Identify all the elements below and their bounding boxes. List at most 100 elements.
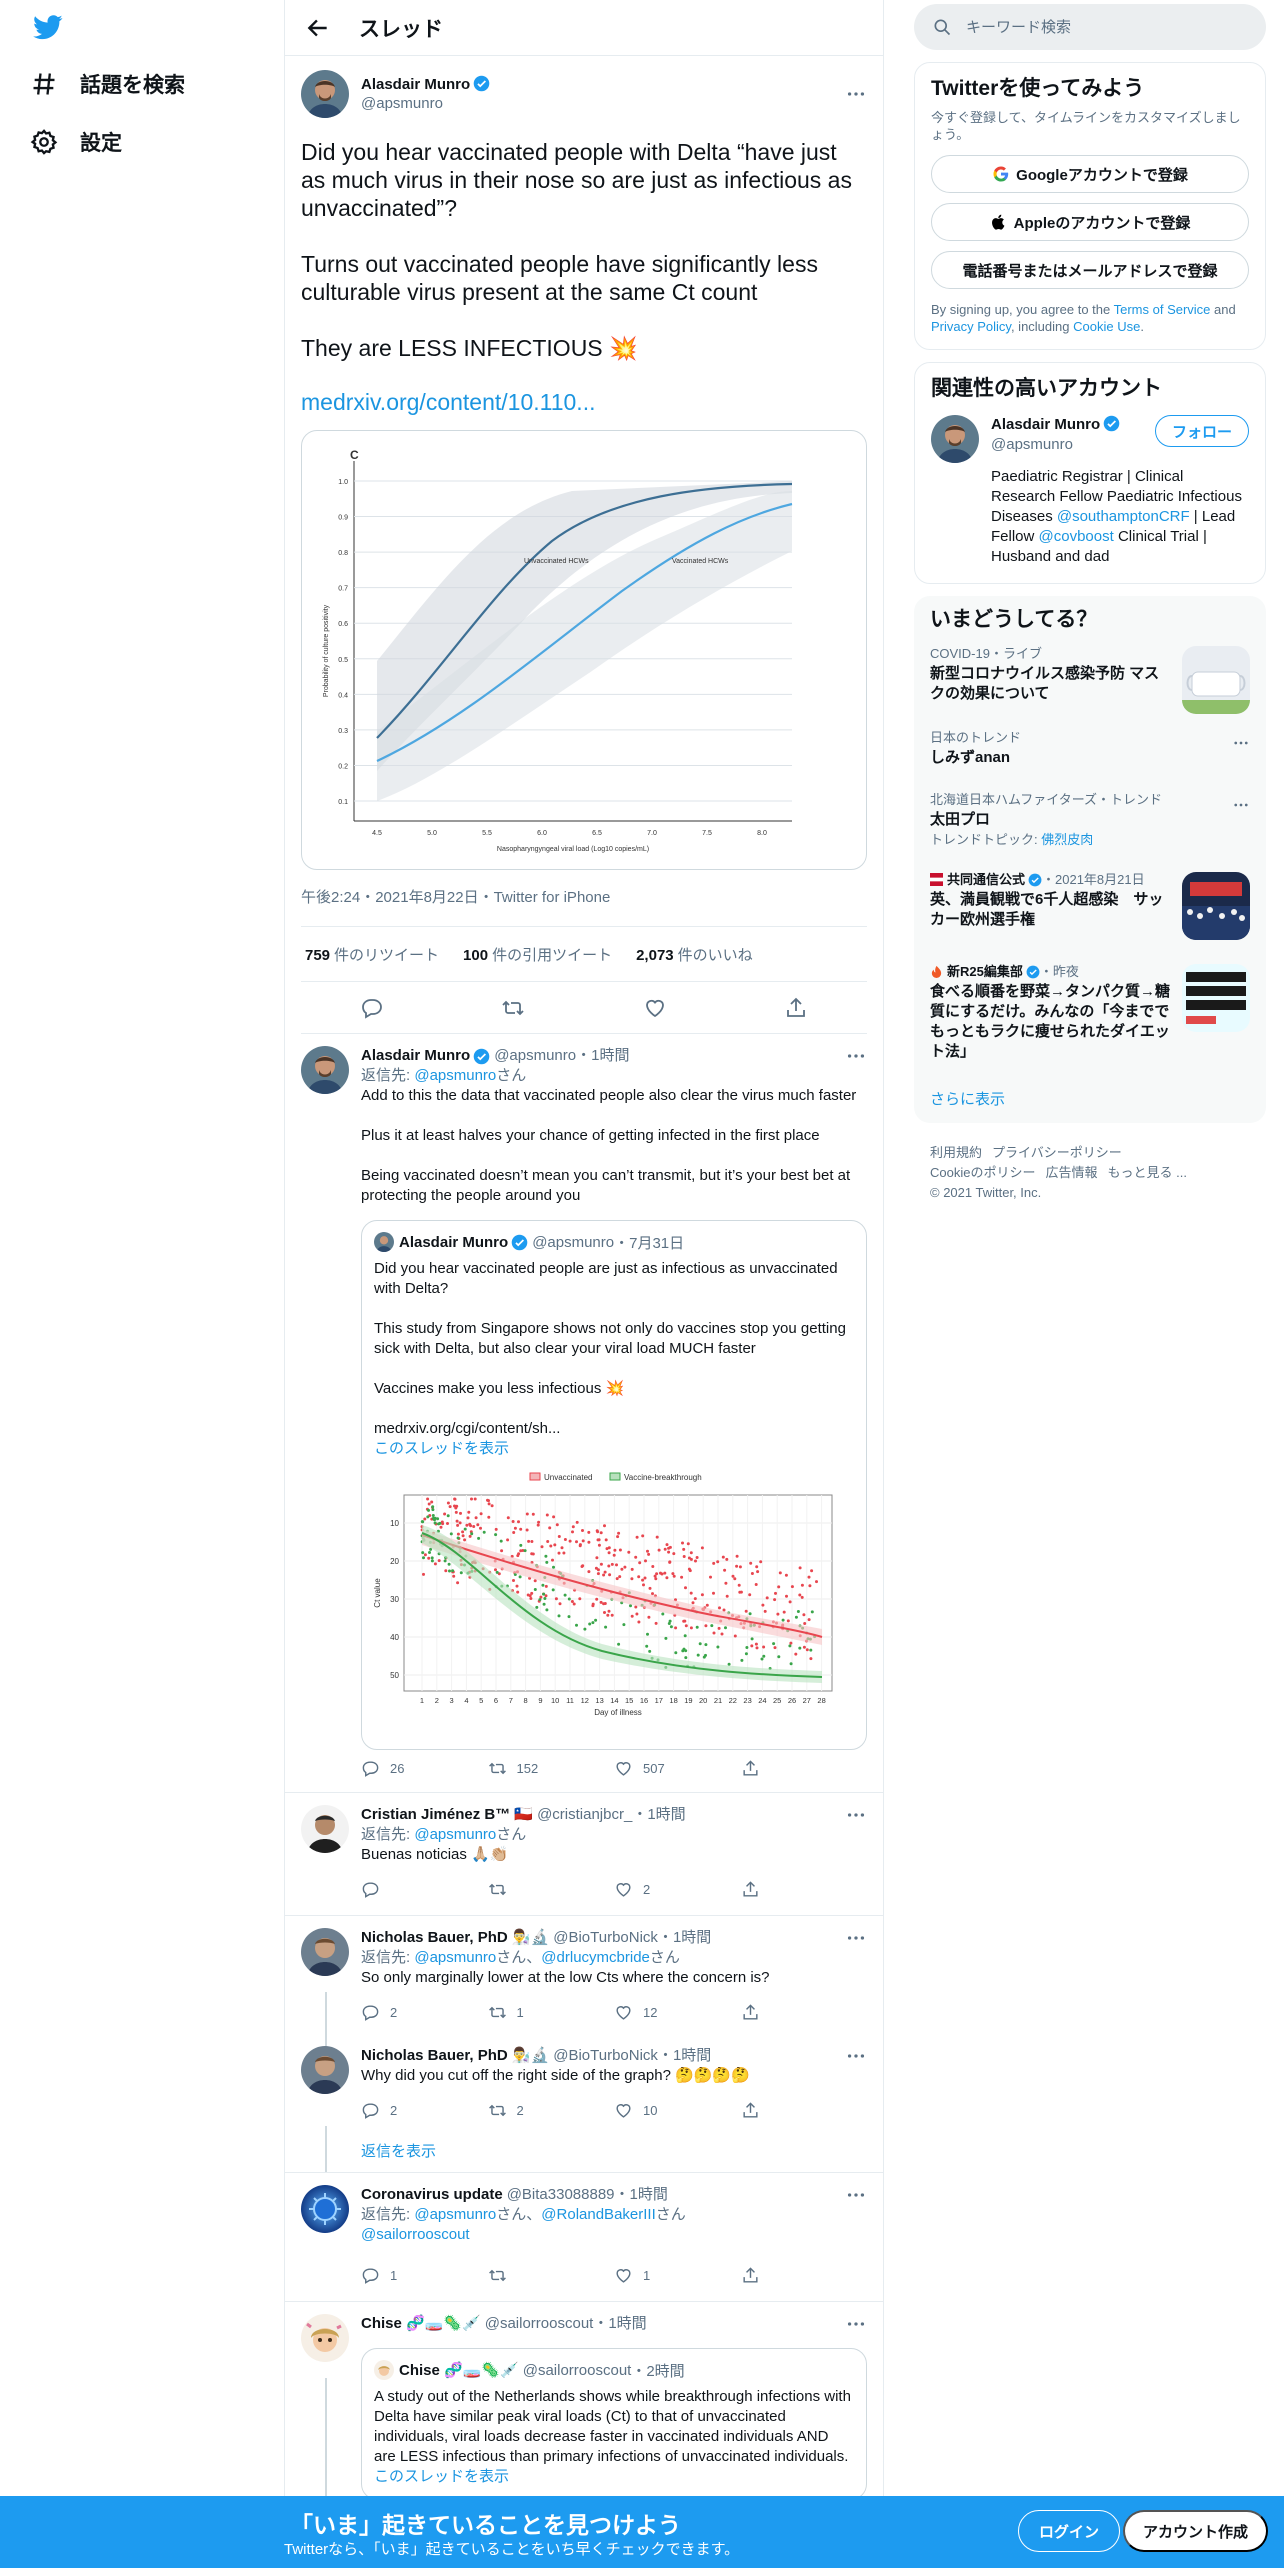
author-name[interactable]: Nicholas Bauer, PhD 👨‍🔬🔬 [361, 1928, 549, 1948]
author-name[interactable]: Alasdair Munro [361, 76, 470, 93]
like-button[interactable]: 10 [614, 2101, 741, 2120]
trend-item[interactable]: COVID-19・ライブ 新型コロナウイルス感染予防 マスクの効果について [914, 634, 1266, 718]
mention-link[interactable]: @covboost [1039, 528, 1114, 545]
avatar[interactable] [301, 70, 349, 118]
login-button[interactable]: ログイン [1018, 2510, 1121, 2552]
mention-link[interactable]: @drlucymcbride [541, 1949, 650, 1966]
more-options-icon[interactable] [845, 2313, 867, 2335]
mention-link[interactable]: @apsmunro [414, 1067, 496, 1084]
like-button[interactable]: 12 [614, 2003, 741, 2022]
author-handle[interactable]: @Bita33088889 [507, 2185, 615, 2205]
avatar[interactable] [931, 415, 979, 463]
search-box[interactable] [914, 4, 1266, 50]
apple-signup-button[interactable]: Appleのアカウントで登録 [931, 203, 1249, 241]
share-button[interactable] [741, 2003, 868, 2022]
mention-link[interactable]: @apsmunro [414, 1826, 496, 1843]
mention-link[interactable]: @RolandBakerIII [541, 2206, 655, 2223]
show-thread-link[interactable]: このスレッドを表示 [374, 1439, 854, 1459]
author-name[interactable]: Coronavirus update [361, 2185, 503, 2205]
tweet-link[interactable]: medrxiv.org/content/10.110... [301, 388, 867, 416]
trends-show-more-link[interactable]: さらに表示 [914, 1074, 1266, 1123]
tweet-time[interactable]: ・1時間 [658, 2046, 711, 2066]
trend-item[interactable]: 日本のトレンド しみずanan [914, 718, 1266, 780]
mention-link[interactable]: @apsmunro [414, 1949, 496, 1966]
author-name[interactable]: Alasdair Munro [361, 1046, 470, 1066]
nav-settings[interactable]: 設定 [30, 122, 122, 162]
tweet-time[interactable]: ・1時間 [632, 1805, 685, 1825]
nav-explore[interactable]: 話題を検索 [30, 64, 185, 104]
author-handle[interactable]: @BioTurboNick [553, 2046, 658, 2066]
reply-tweet[interactable]: Coronavirus update @Bita33088889 ・1時間 返信… [285, 2173, 883, 2293]
footer-link[interactable]: 利用規約 [930, 1145, 982, 1160]
quote-tweets-stat[interactable]: 100 件の引用ツイート [463, 944, 612, 965]
privacy-link[interactable]: Privacy Policy [931, 319, 1011, 334]
footer-link[interactable]: もっと見る ... [1107, 1165, 1186, 1180]
more-options-icon[interactable] [845, 2045, 867, 2067]
footer-link[interactable]: 広告情報 [1045, 1165, 1097, 1180]
retweet-icon[interactable] [501, 996, 525, 1020]
retweets-stat[interactable]: 759 件のリツイート [305, 944, 439, 965]
more-options-icon[interactable] [845, 83, 867, 105]
author-name[interactable]: Chise 🧬🧫🦠💉 [361, 2314, 481, 2334]
like-button[interactable]: 507 [614, 1759, 741, 1778]
share-button[interactable] [741, 2266, 868, 2285]
mention-link[interactable]: @sailorrooscout [361, 2226, 470, 2243]
author-handle[interactable]: @apsmunro [361, 94, 845, 113]
like-heart-icon[interactable] [643, 996, 667, 1020]
retweet-button[interactable]: 1 [488, 2003, 615, 2022]
follow-button[interactable]: フォロー [1154, 415, 1249, 447]
reply-icon[interactable] [360, 996, 384, 1020]
show-replies-link[interactable]: 返信を表示 [361, 2140, 867, 2164]
tweet-time[interactable]: ・1時間 [658, 1928, 711, 1948]
more-options-icon[interactable] [845, 2184, 867, 2206]
reply-button[interactable]: 1 [361, 2266, 488, 2285]
show-thread-link[interactable]: このスレッドを表示 [374, 2467, 854, 2487]
back-arrow-icon[interactable] [305, 15, 331, 41]
footer-link[interactable]: プライバシーポリシー [992, 1145, 1122, 1160]
like-button[interactable]: 2 [614, 1880, 741, 1899]
retweet-button[interactable] [488, 1880, 615, 1899]
more-options-icon[interactable] [1232, 796, 1250, 814]
search-input[interactable] [966, 18, 1226, 36]
avatar[interactable] [301, 1928, 349, 1976]
cookie-link[interactable]: Cookie Use [1073, 319, 1140, 334]
author-handle[interactable]: @cristianjbcr_ [537, 1805, 632, 1825]
tweet-time[interactable]: ・1時間 [615, 2185, 668, 2205]
retweet-button[interactable]: 152 [488, 1759, 615, 1778]
footer-link[interactable]: Cookieのポリシー [930, 1165, 1035, 1180]
more-options-icon[interactable] [845, 1804, 867, 1826]
chart-image-culture-positivity[interactable]: C 0.1 0.2 0.3 0.4 0.5 0.6 0.7 0.8 0.9 1.0 4.5 5.0 5.5… [301, 430, 867, 870]
google-signup-button[interactable]: Googleアカウントで登録 [931, 155, 1249, 193]
author-handle[interactable]: @BioTurboNick [553, 1928, 658, 1948]
more-options-icon[interactable] [845, 1927, 867, 1949]
reply-button[interactable]: 26 [361, 1759, 488, 1778]
chart-image-ct-value[interactable]: Unvaccinated Vaccine-breakthrough 10 20 30 40… [362, 1469, 866, 1749]
reply-button[interactable]: 2 [361, 2003, 488, 2022]
terms-link[interactable]: Terms of Service [1114, 302, 1211, 317]
reply-tweet[interactable]: Chise 🧬🧫🦠💉 @sailorrooscout ・1時間 Chise 🧬🧫… [285, 2302, 883, 2500]
likes-stat[interactable]: 2,073 件のいいね [636, 944, 753, 965]
avatar[interactable] [301, 2046, 349, 2094]
mention-link[interactable]: @southamptonCRF [1057, 508, 1190, 525]
tweet-time[interactable]: ・1時間 [593, 2314, 646, 2334]
share-button[interactable] [741, 2101, 868, 2120]
author-name[interactable]: Nicholas Bauer, PhD 👨‍🔬🔬 [361, 2046, 549, 2066]
avatar[interactable] [301, 1805, 349, 1853]
related-handle[interactable]: @apsmunro [991, 435, 1155, 455]
more-options-icon[interactable] [1232, 734, 1250, 752]
author-name[interactable]: Cristian Jiménez B™ 🇨🇱 [361, 1805, 533, 1825]
reply-button[interactable] [361, 1880, 488, 1899]
share-button[interactable] [741, 1880, 868, 1899]
quoted-tweet[interactable]: Chise 🧬🧫🦠💉 @sailorrooscout ・2時間 A study … [361, 2348, 867, 2500]
avatar[interactable] [301, 2185, 349, 2233]
retweet-button[interactable]: 2 [488, 2101, 615, 2120]
signup-button[interactable]: アカウント作成 [1123, 2510, 1269, 2552]
reply-tweet[interactable]: Nicholas Bauer, PhD 👨‍🔬🔬 @BioTurboNick ・… [285, 1916, 883, 2030]
more-options-icon[interactable] [845, 1045, 867, 1067]
trend-item[interactable]: 北海道日本ハムファイターズ・トレンド 太田プロ トレンドトピック: 佛烈皮肉 [914, 780, 1266, 860]
share-button[interactable] [741, 1759, 868, 1778]
reply-tweet[interactable]: Nicholas Bauer, PhD 👨‍🔬🔬 @BioTurboNick ・… [285, 2030, 883, 2164]
avatar[interactable] [301, 1046, 349, 1094]
reply-tweet[interactable]: Alasdair Munro @apsmunro ・1時間 返信先: @apsm… [285, 1034, 883, 1786]
twitter-logo-icon[interactable] [30, 12, 66, 42]
